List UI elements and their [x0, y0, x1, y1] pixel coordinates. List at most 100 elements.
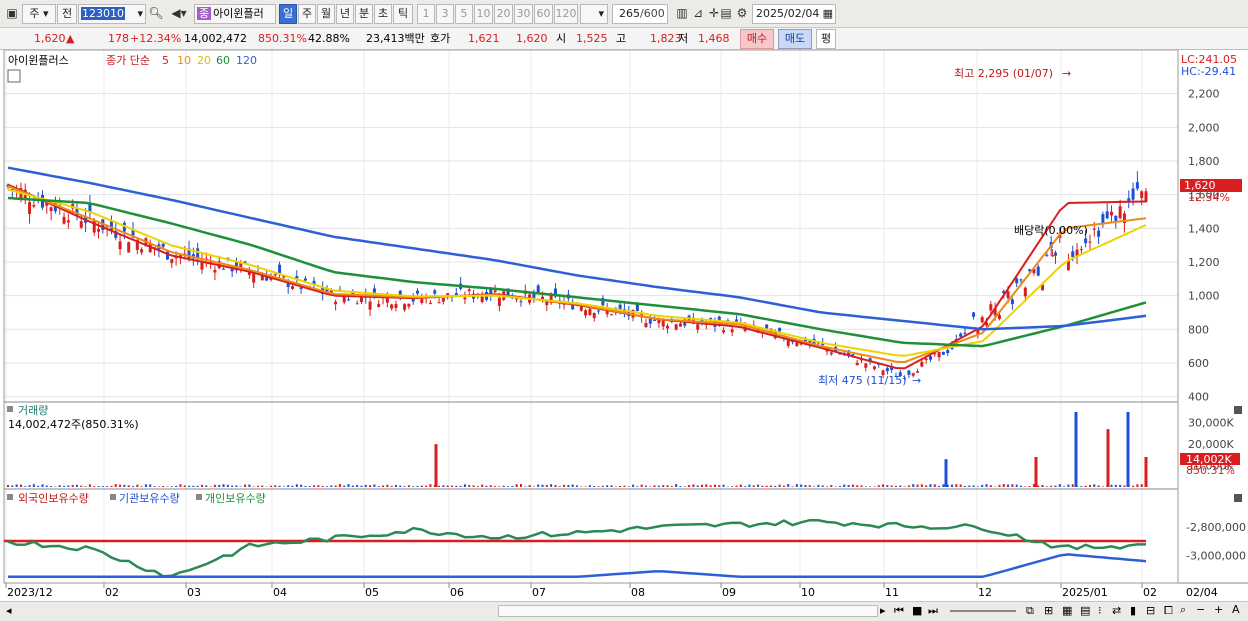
custom-period-select[interactable]: ▾ — [580, 4, 608, 24]
period-type-select[interactable]: 주 ▾ — [22, 4, 56, 24]
volume-bar — [1114, 484, 1117, 487]
volume-bar — [218, 484, 221, 487]
tab-tick[interactable]: 틱 — [393, 4, 413, 24]
candle-body — [140, 249, 144, 253]
stock-code-input[interactable]: 123010 ▾ — [78, 4, 146, 24]
legend-inst: 기관보유수량 — [119, 492, 180, 505]
table-icon[interactable] — [7, 69, 21, 83]
all-button[interactable]: 전 — [57, 4, 77, 24]
average-button[interactable]: 평 — [816, 29, 836, 49]
grid-icon[interactable]: ▤ — [1080, 604, 1090, 618]
volume-bar — [41, 484, 44, 487]
volume-bar — [778, 484, 781, 487]
candle-body — [1079, 249, 1083, 251]
zoom-icon[interactable]: ⌕ — [1180, 603, 1186, 617]
plus-icon[interactable]: + — [1214, 603, 1223, 617]
zoom-slider[interactable] — [950, 610, 1016, 612]
volume-bar — [257, 485, 260, 487]
volume-pane-close-icon[interactable] — [1234, 406, 1242, 414]
scroll-left-icon[interactable]: ◂ — [6, 604, 12, 618]
chart-icon[interactable]: ▦ — [1062, 604, 1072, 618]
num-3[interactable]: 3 — [436, 4, 454, 24]
volume-bar — [175, 485, 178, 487]
window-icon-2[interactable]: ⧠ — [1164, 604, 1173, 618]
x-tick-label: 03 — [187, 586, 201, 599]
volume-pane-handle-icon[interactable] — [7, 406, 13, 412]
num-60[interactable]: 60 — [534, 4, 553, 24]
candle-body — [872, 366, 876, 370]
num-1[interactable]: 1 — [417, 4, 435, 24]
minus-icon[interactable]: − — [1196, 603, 1205, 617]
dots-icon[interactable]: ⁝ — [1098, 604, 1102, 618]
legend-stock-name: 아이윈플러스 — [8, 53, 69, 67]
candle-body — [864, 363, 868, 368]
volume-bar — [847, 485, 850, 487]
tab-day[interactable]: 일 — [279, 4, 297, 24]
candle-body — [252, 273, 256, 283]
layout-icon[interactable]: ⊞ — [1044, 604, 1053, 618]
gear-icon[interactable]: ⚙ — [734, 4, 750, 22]
speaker-icon[interactable]: ◀▾ — [166, 4, 192, 22]
tab-month[interactable]: 월 — [317, 4, 335, 24]
compare-icon[interactable]: ⇄ — [1112, 604, 1121, 618]
ruler-icon[interactable]: ⊿ — [690, 4, 706, 22]
candle-body — [1114, 215, 1118, 221]
stop-icon[interactable]: ■ — [912, 604, 922, 618]
volume-bar — [192, 485, 195, 487]
volume-bar — [75, 484, 78, 487]
volume-bar — [24, 486, 27, 487]
x-tick-label: 2023/12 — [7, 586, 53, 599]
volume-bar — [907, 485, 910, 487]
first-icon[interactable]: ⏮ — [894, 604, 904, 618]
num-20[interactable]: 20 — [494, 4, 513, 24]
volume-bar — [640, 484, 643, 487]
stock-chart[interactable]: 아이윈플러스 종가 단순 5 10 20 60 120 LC:241.05 HC… — [0, 50, 1248, 601]
volume-bar — [873, 486, 876, 487]
volume-bar — [955, 484, 958, 487]
search-icon[interactable]: 🔍︎ — [148, 4, 164, 22]
scroll-thumb[interactable] — [498, 605, 878, 617]
candle-icon[interactable]: ▥ — [674, 4, 690, 22]
stock-name-field[interactable]: 종 아이윈플러 — [194, 4, 276, 24]
font-size-icon[interactable]: A — [1232, 603, 1240, 617]
volume-bar — [1045, 486, 1048, 487]
grid2-icon[interactable]: ⊟ — [1146, 604, 1155, 618]
volume-value: 14,002,472 — [184, 32, 247, 45]
tab-year[interactable]: 년 — [336, 4, 354, 24]
sell-button[interactable]: 매도 — [778, 29, 812, 49]
zoom-box-icon[interactable]: ⧉ — [1026, 604, 1034, 618]
last-icon[interactable]: ⏭ — [928, 604, 938, 618]
volume-bar — [563, 484, 566, 487]
volume-bar — [28, 485, 31, 487]
count-field[interactable]: 265/600 — [612, 4, 668, 24]
buy-button[interactable]: 매수 — [740, 29, 774, 49]
window-icon[interactable]: ▣ — [4, 4, 20, 22]
volume-bar — [1101, 486, 1104, 487]
price-tick-label: 1,200 — [1188, 256, 1220, 269]
volume-bar — [679, 486, 682, 487]
scroll-right-icon[interactable]: ▸ — [880, 604, 886, 618]
tab-week[interactable]: 주 — [298, 4, 316, 24]
price-tick-label: 1,800 — [1188, 155, 1220, 168]
candle-body — [79, 221, 83, 228]
volume-bar — [235, 485, 238, 487]
volume-spike-bar — [944, 459, 948, 487]
volume-bar — [791, 486, 794, 487]
num-30[interactable]: 30 — [514, 4, 533, 24]
volume-bar — [377, 486, 380, 487]
num-5[interactable]: 5 — [455, 4, 473, 24]
num-120[interactable]: 120 — [554, 4, 578, 24]
volume-bar — [903, 486, 906, 487]
holdings-pane-handle-icon[interactable] — [7, 494, 13, 500]
volume-bar — [15, 484, 18, 487]
tab-minute[interactable]: 분 — [355, 4, 373, 24]
num-10[interactable]: 10 — [474, 4, 493, 24]
save-icon[interactable]: ▤ — [718, 4, 734, 22]
volume-bar — [1097, 485, 1100, 487]
bars-icon[interactable]: ▮ — [1130, 604, 1136, 618]
volume-bar — [985, 484, 988, 487]
tab-second[interactable]: 초 — [374, 4, 392, 24]
date-field[interactable]: 2025/02/04 ▦ — [752, 4, 836, 24]
candle-body — [1144, 191, 1148, 202]
holdings-pane-close-icon[interactable] — [1234, 494, 1242, 502]
